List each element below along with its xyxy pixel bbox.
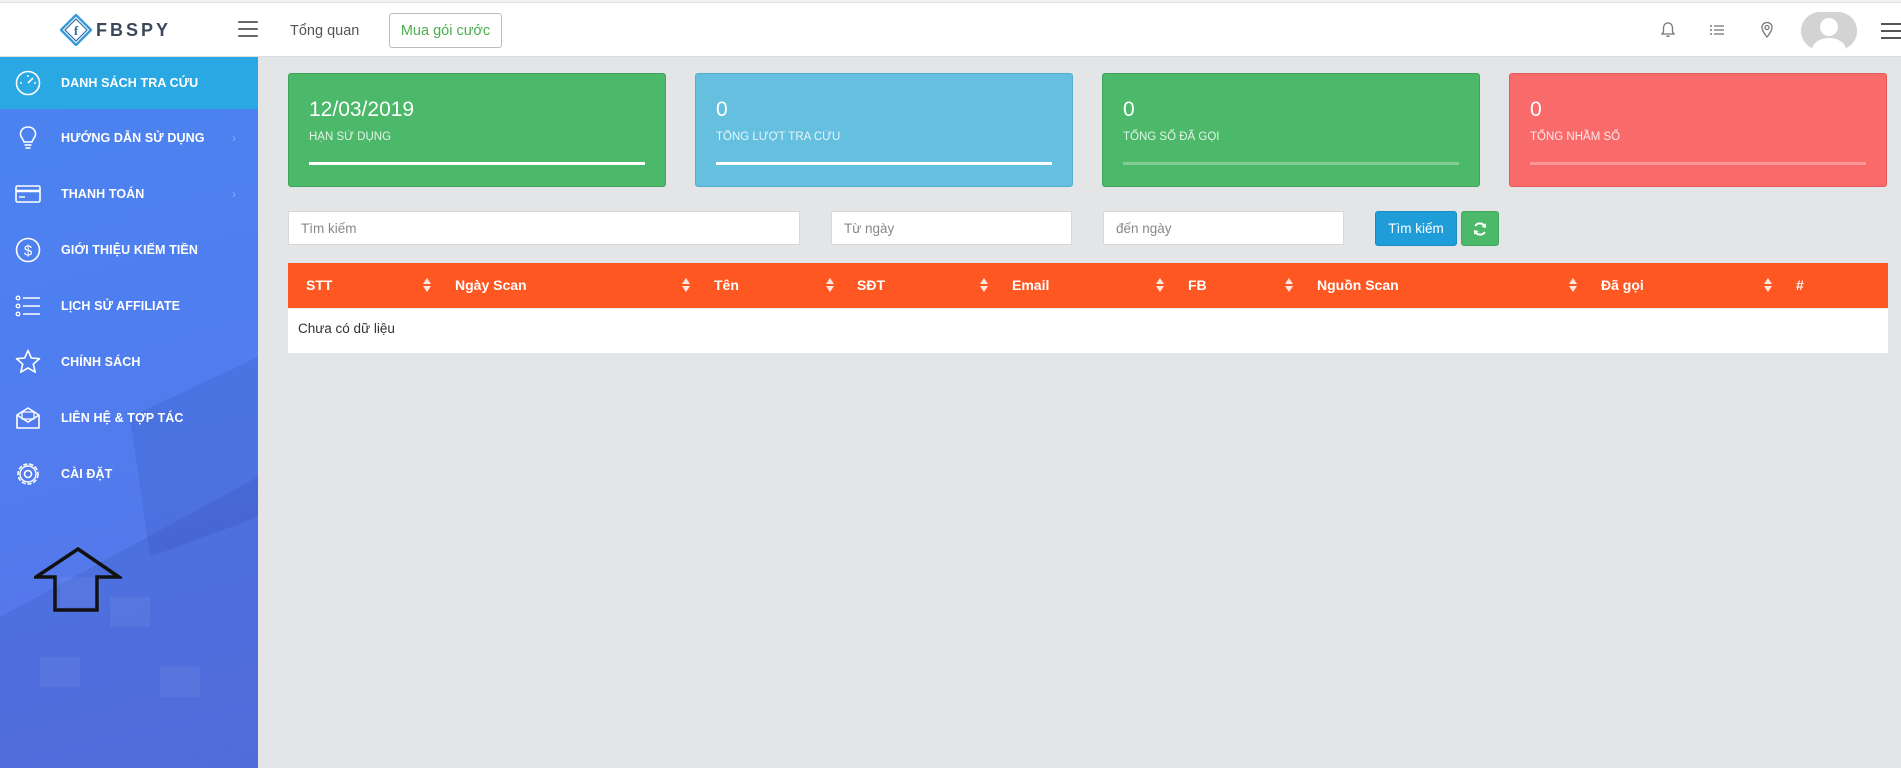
chevron-right-icon: › <box>232 131 236 145</box>
results-table: STT Ngày Scan Tên SĐT Email FB Nguồn Sca… <box>288 263 1888 353</box>
progress-fill <box>716 162 1052 165</box>
sidebar-item-search-list[interactable]: DANH SÁCH TRA CỨU <box>0 57 258 109</box>
table-body <box>288 308 1888 353</box>
sidebar-item-policy[interactable]: CHÍNH SÁCH <box>0 336 258 388</box>
sidebar-item-label: HƯỚNG DẪN SỬ DỤNG <box>61 131 205 145</box>
sidebar-item-affiliate-history[interactable]: LỊCH SỬ AFFILIATE <box>0 280 258 332</box>
sidebar-item-referral[interactable]: $ GIỚI THIỆU KIẾM TIỀN <box>0 224 258 276</box>
sidebar-item-label: CÀI ĐẶT <box>61 467 113 481</box>
sidebar-item-guide[interactable]: HƯỚNG DẪN SỬ DỤNG › <box>0 112 258 164</box>
column-header-phone[interactable]: SĐT <box>857 263 885 308</box>
sort-icon[interactable] <box>825 277 835 293</box>
column-header-actions: # <box>1796 277 1804 293</box>
svg-text:f: f <box>74 23 79 38</box>
stat-label: HẠN SỬ DỤNG <box>309 131 392 143</box>
sidebar-item-label: GIỚI THIỆU KIẾM TIỀN <box>61 243 198 257</box>
lightbulb-icon <box>19 126 37 149</box>
sidebar-item-label: DANH SÁCH TRA CỨU <box>61 76 199 90</box>
star-icon <box>15 349 41 374</box>
stat-card-total-lookups: 0 TỔNG LƯỢT TRA CỨU <box>695 73 1073 187</box>
column-header-stt[interactable]: STT <box>306 263 332 308</box>
column-header-name[interactable]: Tên <box>714 263 739 308</box>
stat-value: 0 <box>1123 98 1135 121</box>
sidebar-item-label: THANH TOÁN <box>61 187 145 201</box>
search-button[interactable]: Tìm kiếm <box>1375 211 1457 246</box>
stat-label: TỔNG NHẦM SỐ <box>1530 131 1621 143</box>
sort-icon[interactable] <box>422 277 432 293</box>
empty-state-text: Chưa có dữ liệu <box>298 321 395 336</box>
sidebar-item-payment[interactable]: THANH TOÁN › <box>0 168 258 220</box>
progress-fill <box>309 162 645 165</box>
sidebar-item-settings[interactable]: CÀI ĐẶT <box>0 448 258 500</box>
menu-icon[interactable] <box>1881 23 1901 39</box>
svg-text:$: $ <box>24 243 33 260</box>
progress-bar <box>1530 162 1866 165</box>
logo[interactable]: f FBSPY <box>60 13 171 47</box>
sort-icon[interactable] <box>681 277 691 293</box>
dollar-icon: $ <box>15 237 41 263</box>
sort-icon[interactable] <box>979 277 989 293</box>
list-icon <box>15 295 40 317</box>
chevron-right-icon: › <box>232 187 236 201</box>
location-pin-icon[interactable] <box>1757 20 1777 40</box>
to-date-input[interactable] <box>1103 211 1344 245</box>
search-input[interactable] <box>288 211 800 245</box>
bell-icon[interactable] <box>1658 20 1678 40</box>
stat-card-wrong-number: 0 TỔNG NHẦM SỐ <box>1509 73 1887 187</box>
sidebar-item-label: LIÊN HỆ & TỢP TÁC <box>61 411 184 425</box>
sidebar-toggle-icon[interactable] <box>238 21 258 37</box>
refresh-icon <box>1474 221 1486 236</box>
credit-card-icon <box>15 185 41 203</box>
stat-card-total-called: 0 TỔNG SỐ ĐÃ GỌI <box>1102 73 1480 187</box>
envelope-icon <box>16 407 40 429</box>
sidebar-item-label: CHÍNH SÁCH <box>61 355 141 369</box>
column-header-scan-source[interactable]: Nguồn Scan <box>1317 263 1399 308</box>
annotation-arrow-up-icon <box>34 547 122 612</box>
logo-icon: f <box>60 14 92 46</box>
sort-icon[interactable] <box>1568 277 1578 293</box>
sort-icon[interactable] <box>1155 277 1165 293</box>
nav-overview-link[interactable]: Tổng quan <box>290 23 359 39</box>
top-header: f FBSPY Tổng quan Mua gói cước <box>0 3 1901 57</box>
sidebar-item-label: LỊCH SỬ AFFILIATE <box>61 299 181 313</box>
stat-label: TỔNG LƯỢT TRA CỨU <box>716 131 841 143</box>
sort-icon[interactable] <box>1284 277 1294 293</box>
progress-bar <box>309 162 645 165</box>
stat-label: TỔNG SỐ ĐÃ GỌI <box>1123 131 1220 143</box>
progress-bar <box>716 162 1052 165</box>
user-silhouette-icon <box>1801 12 1857 50</box>
sidebar: DANH SÁCH TRA CỨU HƯỚNG DẪN SỬ DỤNG › TH… <box>0 57 258 768</box>
sort-icon[interactable] <box>1763 277 1773 293</box>
from-date-input[interactable] <box>831 211 1072 245</box>
sidebar-item-contact[interactable]: LIÊN HỆ & TỢP TÁC <box>0 392 258 444</box>
gear-icon <box>17 463 39 485</box>
buy-package-button[interactable]: Mua gói cước <box>389 13 502 48</box>
stat-value: 0 <box>716 98 728 121</box>
stat-card-expiry: 12/03/2019 HẠN SỬ DỤNG <box>288 73 666 187</box>
stat-value: 12/03/2019 <box>309 98 415 121</box>
progress-bar <box>1123 162 1459 165</box>
table-header: STT Ngày Scan Tên SĐT Email FB Nguồn Sca… <box>288 263 1888 308</box>
refresh-button[interactable] <box>1461 211 1499 246</box>
column-header-email[interactable]: Email <box>1012 263 1049 308</box>
column-header-called[interactable]: Đã gọi <box>1601 263 1644 308</box>
column-header-scan-date[interactable]: Ngày Scan <box>455 263 527 308</box>
stat-value: 0 <box>1530 98 1542 121</box>
avatar[interactable] <box>1801 12 1857 50</box>
list-icon[interactable] <box>1707 20 1727 40</box>
brand-name: FBSPY <box>96 19 172 40</box>
speedometer-icon <box>15 70 41 96</box>
column-header-fb[interactable]: FB <box>1188 263 1207 308</box>
